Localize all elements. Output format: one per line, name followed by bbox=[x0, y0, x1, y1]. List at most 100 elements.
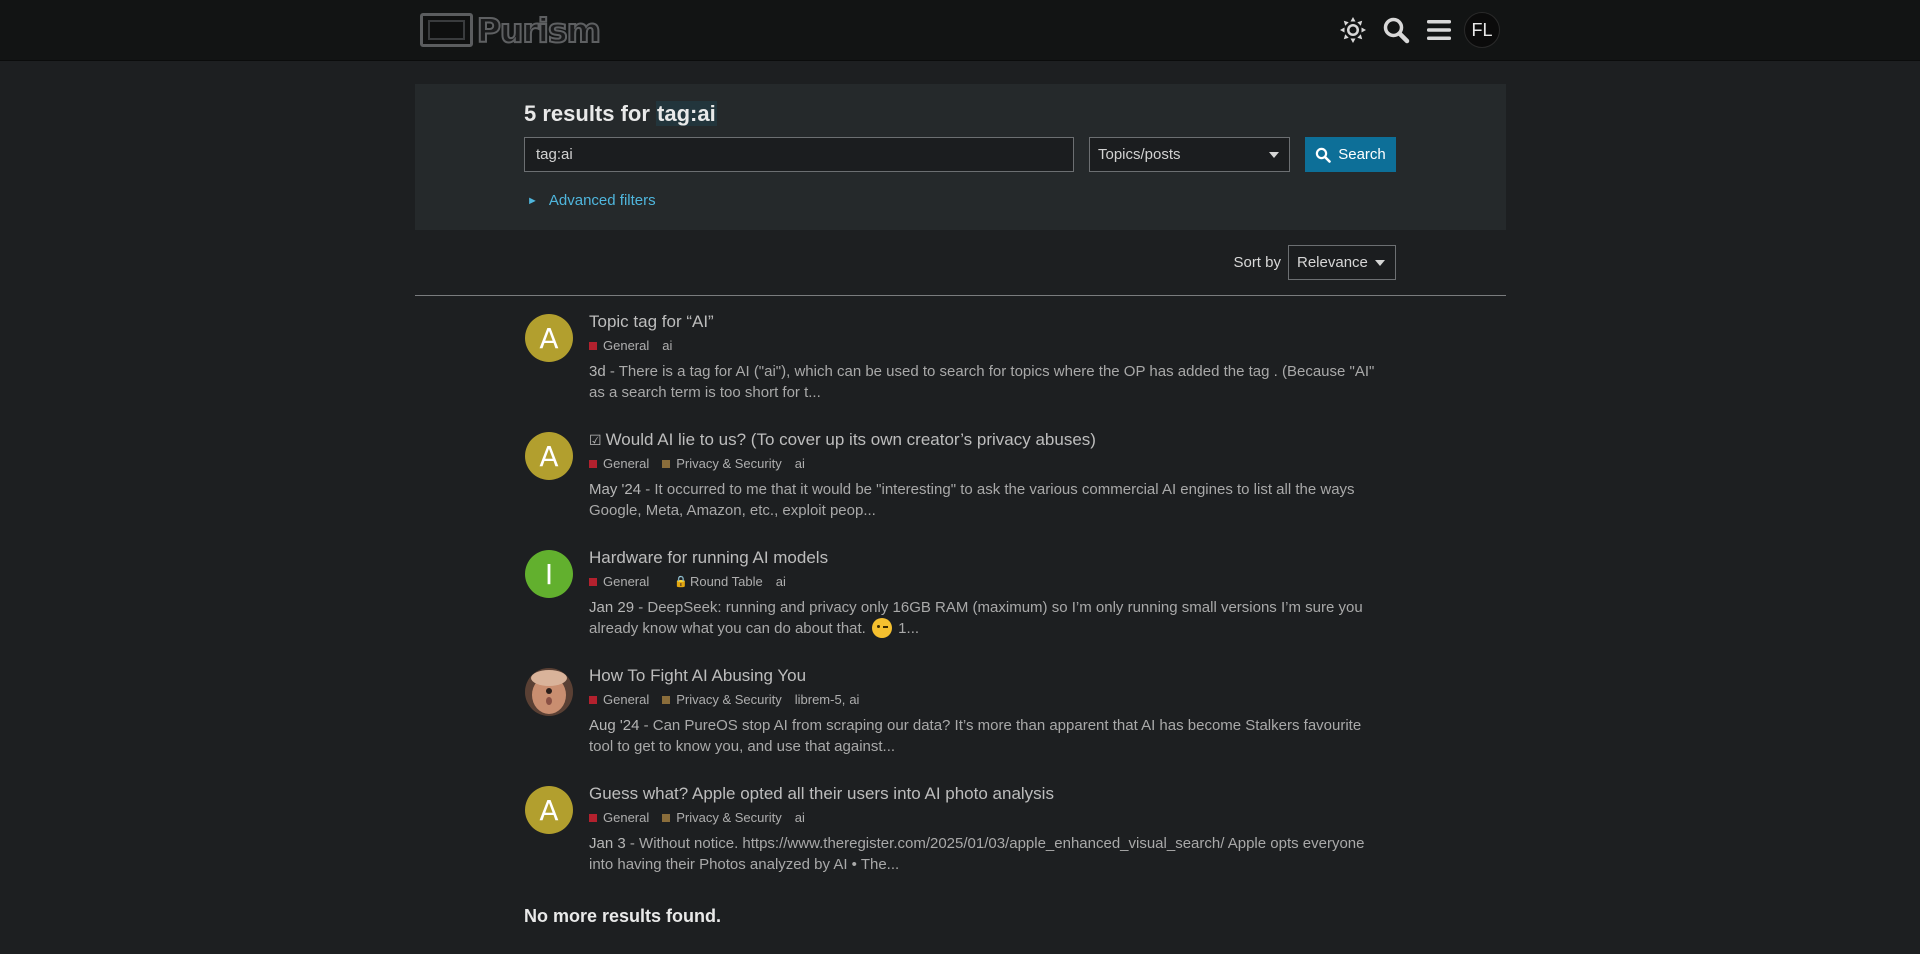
no-more-results: No more results found. bbox=[524, 906, 722, 926]
user-avatar[interactable]: A bbox=[525, 432, 573, 480]
result-title-link[interactable]: How To Fight AI Abusing You bbox=[589, 662, 1389, 690]
blurb-text: - Can PureOS stop AI from scraping our d… bbox=[589, 717, 1362, 755]
result-body: Guess what? Apple opted all their users … bbox=[589, 780, 1389, 875]
category-name: General bbox=[603, 574, 650, 589]
avatar-letter: A bbox=[539, 321, 559, 355]
tag-link[interactable]: ai bbox=[849, 691, 859, 709]
blurb-text: - DeepSeek: running and privacy only 16G… bbox=[589, 599, 1363, 637]
search-result: I Hardware for running AI models General… bbox=[524, 544, 1384, 662]
tag-name: librem-5 bbox=[794, 692, 842, 707]
logo-screen-icon bbox=[420, 13, 473, 47]
search-result: A ☑ Would AI lie to us? (To cover up its … bbox=[524, 426, 1384, 544]
category-color-square bbox=[662, 814, 671, 822]
sort-control: Sort by Relevance bbox=[1233, 245, 1396, 280]
divider bbox=[415, 295, 1506, 296]
result-count-text: 5 results for bbox=[524, 101, 657, 126]
result-body: Hardware for running AI models General 🔒 R… bbox=[589, 544, 1389, 639]
sort-select[interactable]: Relevance bbox=[1288, 245, 1396, 280]
category-name: Round Table bbox=[689, 574, 763, 589]
tag-link[interactable]: ai bbox=[795, 809, 805, 827]
category-badge[interactable]: General bbox=[589, 809, 649, 827]
category-badge[interactable]: General bbox=[589, 455, 649, 473]
search-button-icon bbox=[1316, 147, 1332, 163]
header-icons: FL bbox=[1328, 12, 1500, 48]
advanced-filters-label: Advanced filters bbox=[548, 192, 656, 209]
result-blurb: May '24 - It occurred to me that it woul… bbox=[589, 479, 1389, 521]
results-heading: 5 results for tag:ai bbox=[524, 101, 717, 127]
result-meta: General ai bbox=[589, 337, 1389, 355]
category-color-square bbox=[589, 460, 597, 468]
category-badge[interactable]: General bbox=[589, 573, 649, 591]
tag-link[interactable]: librem-5, bbox=[795, 691, 846, 709]
category-color-square bbox=[589, 578, 597, 586]
result-meta: General 🔒 Round Table ai bbox=[589, 573, 1389, 591]
category-color-square bbox=[589, 814, 597, 822]
result-body: Topic tag for “AI” General ai 3d - There … bbox=[589, 308, 1389, 403]
advanced-filters-toggle[interactable]: ► Advanced filters bbox=[524, 192, 656, 209]
result-title-link[interactable]: Hardware for running AI models bbox=[589, 544, 1389, 572]
category-color-square bbox=[662, 460, 671, 468]
query-highlight: tag:ai bbox=[656, 101, 717, 126]
result-blurb: 3d - There is a tag for AI ("ai"), which… bbox=[589, 361, 1389, 403]
sort-value: Relevance bbox=[1297, 254, 1368, 271]
category-name: General bbox=[603, 456, 650, 471]
avatar-letter: I bbox=[544, 557, 554, 591]
result-title: How To Fight AI Abusing You bbox=[589, 666, 807, 685]
user-avatar[interactable]: A bbox=[525, 786, 573, 834]
result-title-link[interactable]: ☑ Would AI lie to us? (To cover up its ow… bbox=[589, 426, 1389, 454]
caret-down-icon bbox=[1375, 260, 1385, 266]
search-input[interactable]: tag:ai bbox=[524, 137, 1074, 172]
wink-emoji-icon bbox=[872, 618, 893, 638]
tag-link[interactable]: ai bbox=[776, 573, 786, 591]
search-button-label: Search bbox=[1338, 146, 1386, 163]
category-badge[interactable]: General bbox=[589, 691, 649, 709]
search-type-value: Topics/posts bbox=[1098, 146, 1181, 163]
tag-name: ai bbox=[794, 456, 805, 471]
tag-link[interactable]: ai bbox=[795, 455, 805, 473]
search-button[interactable]: Search bbox=[1305, 137, 1396, 172]
avatar-letter: A bbox=[539, 793, 559, 827]
site-header: Purism FL bbox=[0, 0, 1920, 61]
hamburger-menu-icon[interactable] bbox=[1421, 12, 1457, 48]
result-meta: General Privacy & Security ai bbox=[589, 809, 1389, 827]
user-avatar[interactable]: I bbox=[525, 550, 573, 598]
category-name: General bbox=[603, 692, 650, 707]
category-badge[interactable]: Privacy & Security bbox=[662, 455, 782, 473]
user-avatar[interactable]: FL bbox=[1464, 12, 1500, 48]
category-badge[interactable]: Privacy & Security bbox=[662, 691, 782, 709]
result-title: Guess what? Apple opted all their users … bbox=[589, 784, 1054, 803]
result-body: How To Fight AI Abusing You General Priva… bbox=[589, 662, 1389, 757]
category-color-square bbox=[662, 696, 671, 704]
category-name: Privacy & Security bbox=[676, 810, 782, 825]
result-date: Aug '24 bbox=[589, 717, 640, 734]
results-list: A Topic tag for “AI” General ai 3d - Ther… bbox=[524, 308, 1384, 898]
blurb-text: - It occurred to me that it would be "in… bbox=[589, 481, 1355, 519]
search-icon[interactable] bbox=[1378, 12, 1414, 48]
user-avatar-photo[interactable] bbox=[525, 668, 573, 716]
category-badge[interactable]: Privacy & Security bbox=[662, 809, 782, 827]
category-color-square bbox=[589, 342, 597, 350]
avatar-letter: A bbox=[539, 439, 559, 473]
purism-logo[interactable]: Purism bbox=[420, 10, 602, 51]
search-result: A Topic tag for “AI” General ai 3d - Ther… bbox=[524, 308, 1384, 426]
result-meta: General Privacy & Security librem-5, ai bbox=[589, 691, 1389, 709]
result-date: 3d bbox=[589, 363, 606, 380]
blurb-text: - Without notice. https://www.theregiste… bbox=[589, 835, 1365, 873]
result-title: Topic tag for “AI” bbox=[589, 312, 714, 331]
user-avatar[interactable]: A bbox=[525, 314, 573, 362]
category-name: General bbox=[603, 338, 650, 353]
result-title-link[interactable]: Guess what? Apple opted all their users … bbox=[589, 780, 1389, 808]
tag-name: ai bbox=[775, 574, 786, 589]
solved-checkbox-icon: ☑ bbox=[589, 432, 602, 448]
tag-name: ai bbox=[662, 338, 673, 353]
result-blurb: Jan 29 - DeepSeek: running and privacy o… bbox=[589, 597, 1389, 639]
category-badge-locked[interactable]: 🔒 Round Table bbox=[662, 573, 762, 591]
result-date: Jan 3 bbox=[589, 835, 626, 852]
search-type-select[interactable]: Topics/posts bbox=[1089, 137, 1290, 172]
tag-link[interactable]: ai bbox=[662, 337, 672, 355]
caret-down-icon bbox=[1269, 152, 1279, 158]
category-badge[interactable]: General bbox=[589, 337, 649, 355]
category-name: Privacy & Security bbox=[676, 456, 782, 471]
theme-toggle-icon[interactable] bbox=[1335, 12, 1371, 48]
result-title-link[interactable]: Topic tag for “AI” bbox=[589, 308, 1389, 336]
